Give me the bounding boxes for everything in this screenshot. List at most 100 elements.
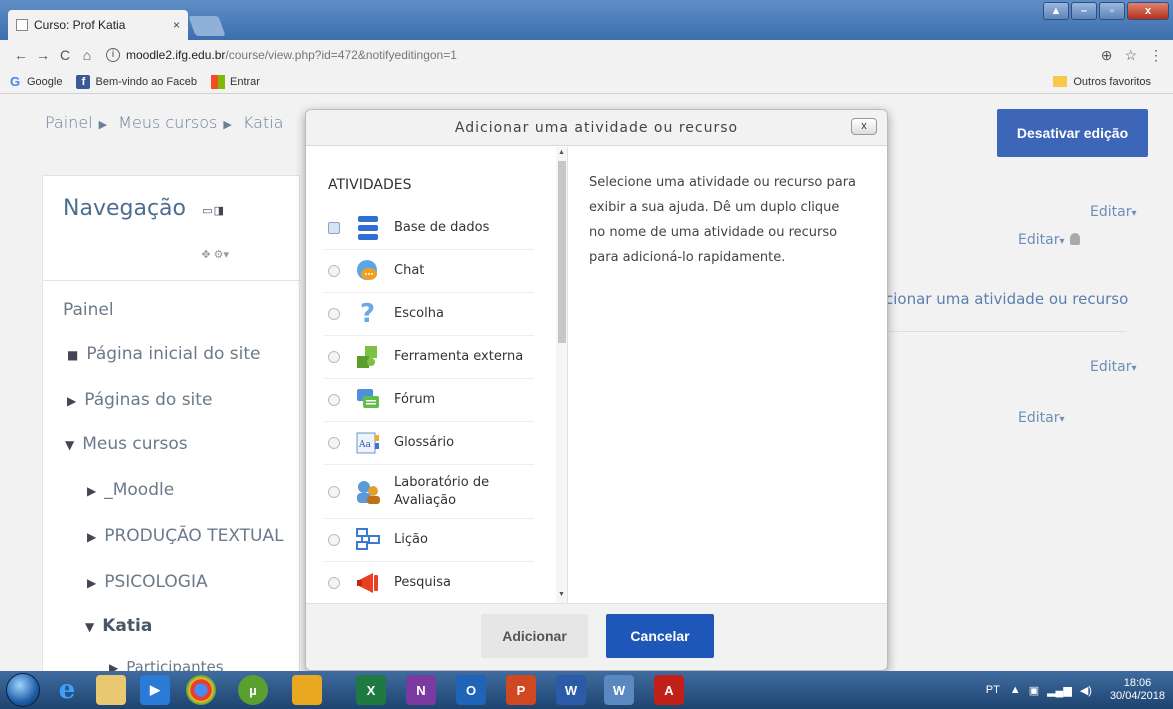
tray-app-icon[interactable]: ▣ [1029,684,1039,697]
nav-item-label: PRODUÇÃO TEXTUAL [104,526,284,546]
option-chat[interactable]: Chat [324,250,534,293]
breadcrumb-painel[interactable]: Painel [45,113,93,132]
outlook-icon[interactable]: O [456,675,486,705]
option-radio[interactable] [328,222,340,234]
bookmark-google[interactable]: G Google [8,74,63,89]
nav-item-label: Painel [63,300,114,320]
chrome-icon[interactable] [186,675,216,705]
forward-arrow-icon[interactable]: → [32,47,54,63]
option-escolha[interactable]: ? Escolha [324,293,534,336]
breadcrumb-katia[interactable]: Katia [243,113,284,132]
expand-icon: ▶ [67,394,77,408]
option-licao[interactable]: Lição [324,519,534,562]
acrobat-icon[interactable]: A [654,675,684,705]
option-radio[interactable] [328,351,340,363]
edit-menu-link[interactable]: Editar▾ [1018,232,1081,248]
back-arrow-icon[interactable]: ← [10,47,32,63]
edit-menu-link[interactable]: Editar▾ [1090,359,1136,375]
window-menu-button[interactable]: ▲ [1043,2,1069,20]
bookmark-facebook[interactable]: f Bem-vindo ao Faceb [76,74,197,89]
utorrent-icon[interactable]: µ [238,675,268,705]
file-explorer-icon[interactable] [96,675,126,705]
word-icon[interactable]: W [556,675,586,705]
powerpoint-icon[interactable]: P [506,675,536,705]
url-field[interactable]: i moodle2.ifg.edu.br/course/view.php?id=… [106,43,1101,67]
section-title: ATIVIDADES [328,177,412,193]
zoom-icon[interactable]: ⊕ [1101,47,1113,64]
nav-item-painel[interactable]: Painel [63,300,114,320]
bookmark-star-icon[interactable]: ☆ [1124,47,1137,64]
internet-explorer-icon[interactable]: e [52,675,82,705]
minimize-button[interactable]: – [1071,2,1097,20]
option-ferramenta-externa[interactable]: Ferramenta externa [324,336,534,379]
option-glossario[interactable]: Aa Glossário [324,422,534,465]
start-button[interactable] [6,673,40,707]
expand-icon: ▶ [87,576,97,590]
edit-menu-link[interactable]: Editar▾ [1018,410,1064,426]
option-forum[interactable]: Fórum [324,379,534,422]
caret-down-icon: ▾ [1059,236,1065,247]
new-tab-button[interactable] [188,16,226,36]
option-radio[interactable] [328,534,340,546]
nav-item-katia[interactable]: ▼ Katia [85,616,152,636]
reload-icon[interactable]: C [54,47,76,63]
option-label: Chat [394,263,425,278]
tab-close-button[interactable]: × [173,18,180,32]
browser-tab[interactable]: Curso: Prof Katia × [8,10,188,40]
scroll-up-arrow-icon[interactable]: ▲ [558,149,565,156]
option-radio[interactable] [328,265,340,277]
window-controls: ▲ – ▫ x [1043,2,1169,20]
media-player-icon[interactable]: ▶ [140,675,170,705]
nav-item-pagina-inicial[interactable]: ■ Página inicial do site [67,344,261,364]
excel-icon[interactable]: X [356,675,386,705]
network-icon[interactable]: ▂▄▆ [1047,684,1072,697]
home-icon[interactable]: ⌂ [76,47,98,63]
word-document-icon[interactable]: W [604,675,634,705]
other-bookmarks-label: Outros favoritos [1073,75,1151,88]
option-label: Fórum [394,392,436,407]
nav-item-psicologia[interactable]: ▶ PSICOLOGIA [87,572,208,592]
breadcrumb-meus-cursos[interactable]: Meus cursos [118,113,217,132]
block-actions-gear-icon[interactable]: ✥ ⚙▾ [201,248,229,261]
option-pesquisa[interactable]: Pesquisa [324,562,534,603]
nav-item-moodle[interactable]: ▶ _Moodle [87,480,174,500]
other-bookmarks[interactable]: Outros favoritos [1053,76,1151,88]
scroll-down-arrow-icon[interactable]: ▼ [558,591,565,598]
block-dock-icon[interactable]: ▭◨ [202,204,225,217]
browser-menu-icon[interactable]: ⋮ [1149,47,1163,64]
clock[interactable]: 18:06 30/04/2018 [1110,677,1165,703]
cancel-button[interactable]: Cancelar [606,614,714,658]
edit-menu-link[interactable]: Editar▾ [1090,204,1136,220]
database-icon [354,214,382,242]
dialog-close-button[interactable]: x [851,118,877,135]
edit-label: Editar [1018,232,1060,248]
bookmark-entrar[interactable]: Entrar [210,74,260,89]
add-button[interactable]: Adicionar [481,614,588,658]
option-base-de-dados[interactable]: Base de dados [324,207,534,250]
option-radio[interactable] [328,394,340,406]
scrollbar-thumb[interactable] [558,161,566,343]
volume-icon[interactable]: ◀) [1080,684,1092,697]
option-laboratorio-de-avaliacao[interactable]: Laboratório de Avaliação [324,465,534,519]
onenote-icon[interactable]: N [406,675,436,705]
disable-editing-button[interactable]: Desativar edição [997,109,1148,157]
lock-app-icon[interactable] [292,675,322,705]
nav-item-meus-cursos[interactable]: ▼ Meus cursos [65,434,188,454]
show-hidden-icons-icon[interactable]: ▲ [1010,684,1021,696]
language-indicator[interactable]: PT [986,684,1000,696]
option-radio[interactable] [328,437,340,449]
window-close-button[interactable]: x [1127,2,1169,20]
option-radio[interactable] [328,308,340,320]
option-radio[interactable] [328,577,340,589]
add-activity-link[interactable]: cionar uma atividade ou recurso [885,290,1128,308]
add-activity-dialog: Adicionar uma atividade ou recurso x ATI… [305,109,888,671]
nav-item-participantes[interactable]: ▶ Participantes [109,658,224,671]
option-radio[interactable] [328,485,340,498]
maximize-button[interactable]: ▫ [1099,2,1125,20]
nav-item-producao-textual[interactable]: ▶ PRODUÇÃO TEXTUAL [87,526,284,546]
option-label: Escolha [394,306,444,321]
option-list-scrollbar[interactable]: ▲ ▼ [556,147,567,603]
option-label: Laboratório de Avaliação [394,474,490,508]
site-info-icon[interactable]: i [106,48,120,62]
nav-item-paginas-site[interactable]: ▶ Páginas do site [67,390,212,410]
